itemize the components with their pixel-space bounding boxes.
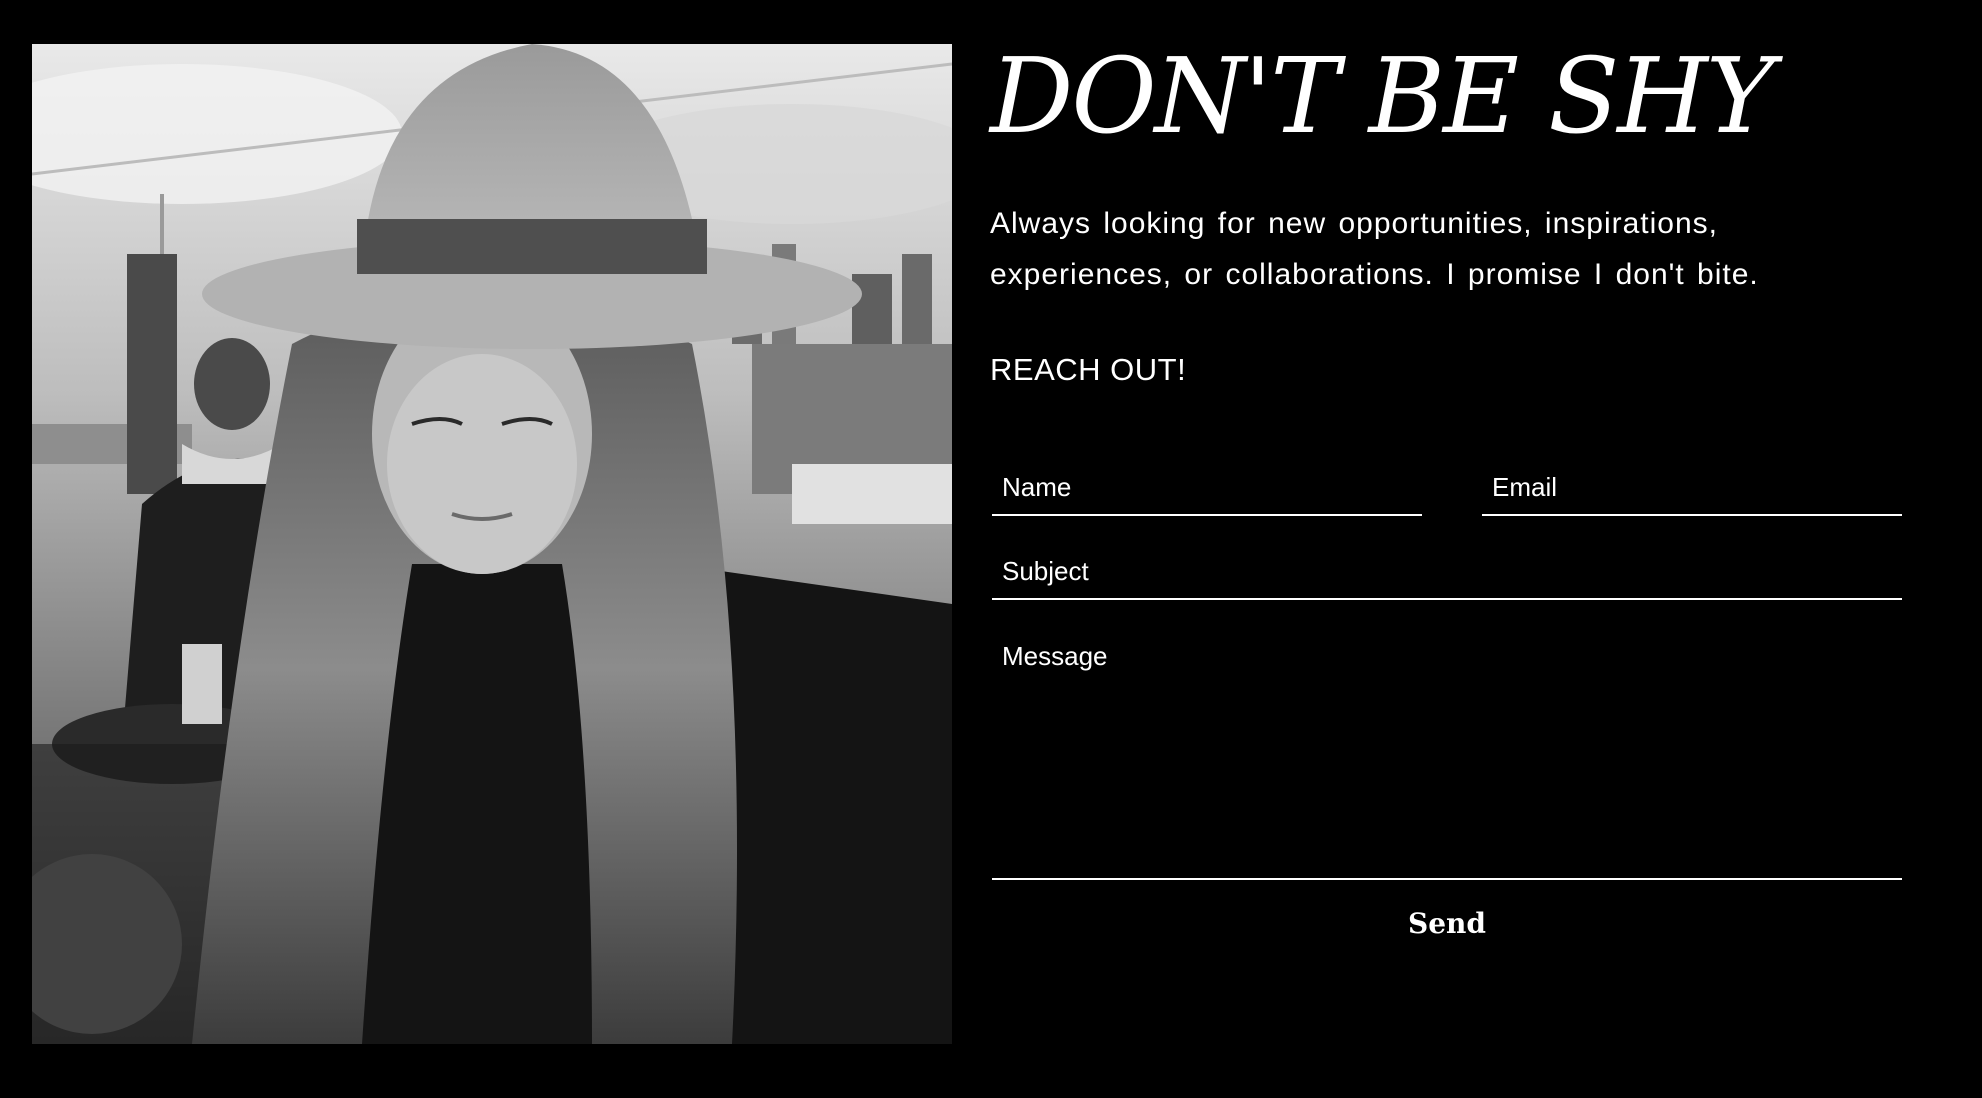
name-field[interactable] [992, 460, 1422, 516]
message-field[interactable] [992, 632, 1902, 880]
page-title: DON'T BE SHY [990, 35, 1775, 157]
email-field[interactable] [1482, 460, 1902, 516]
portrait-photo-image [32, 44, 952, 1044]
intro-text: Always looking for new opportunities, in… [990, 207, 1759, 291]
portrait-photo [32, 44, 952, 1044]
reach-out-heading: REACH OUT! [990, 352, 1187, 387]
send-button[interactable]: Send [992, 898, 1902, 948]
contact-section: DON'T BE SHY Always looking for new oppo… [990, 0, 1912, 1098]
subject-field[interactable] [992, 544, 1902, 600]
